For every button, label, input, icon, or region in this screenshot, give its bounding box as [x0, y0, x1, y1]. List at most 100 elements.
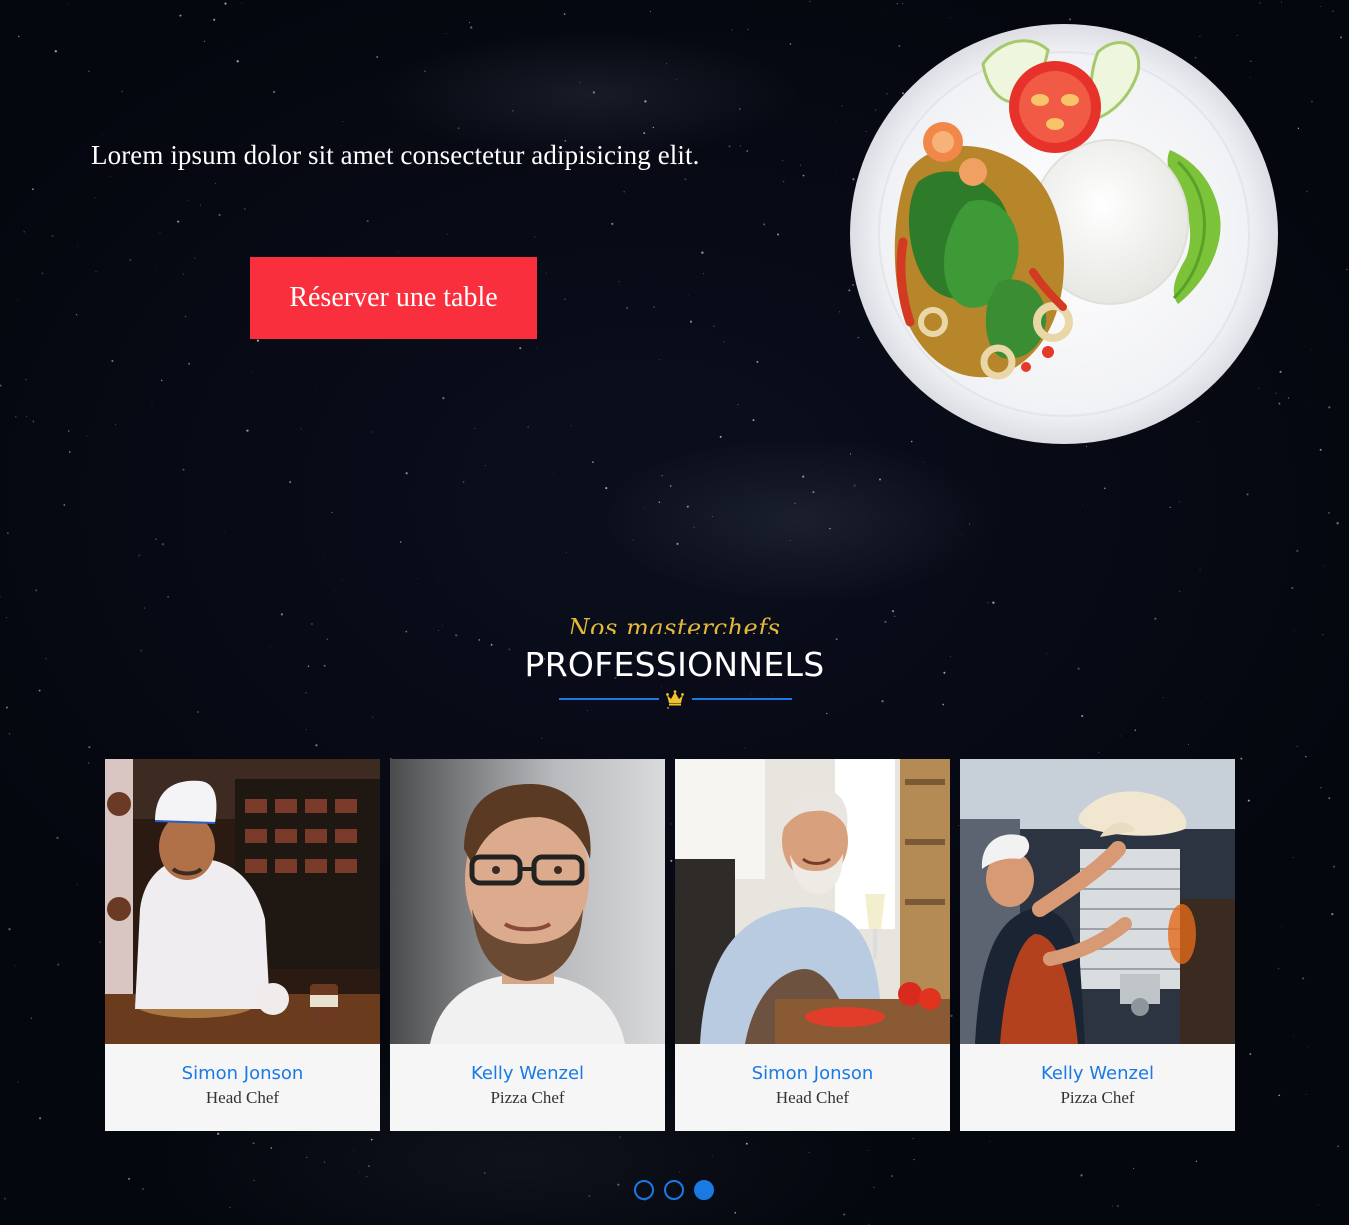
star-dot	[789, 540, 791, 541]
star-dot	[359, 1171, 361, 1172]
star-dot	[143, 607, 146, 609]
star-dot	[1247, 799, 1250, 802]
star-dot	[341, 580, 343, 582]
star-dot	[179, 14, 182, 17]
carousel-dot-1[interactable]	[634, 1180, 654, 1200]
star-dot	[703, 273, 704, 275]
star-dot	[570, 425, 572, 427]
star-dot	[1178, 590, 1181, 593]
star-dot	[17, 300, 19, 301]
chef-name[interactable]: Simon Jonson	[675, 1063, 950, 1085]
reserve-table-button[interactable]: Réserver une table	[250, 257, 537, 339]
chef-role: Head Chef	[205, 1088, 280, 1107]
star-dot	[161, 379, 163, 382]
star-dot	[679, 1171, 681, 1173]
star-dot	[177, 220, 180, 223]
star-dot	[76, 245, 78, 247]
star-dot	[69, 451, 71, 453]
star-dot	[1311, 402, 1312, 403]
star-dot	[182, 468, 185, 471]
star-dot	[25, 378, 27, 381]
star-dot	[17, 1081, 19, 1083]
star-dot	[405, 472, 408, 475]
star-dot	[653, 306, 655, 308]
star-dot	[442, 396, 445, 400]
star-dot	[643, 132, 646, 135]
star-dot	[882, 9, 884, 10]
star-dot	[273, 90, 276, 93]
star-dot	[1305, 1093, 1307, 1096]
star-dot	[484, 1172, 486, 1174]
star-dot	[31, 188, 34, 191]
star-dot	[111, 359, 114, 363]
chef-name[interactable]: Simon Jonson	[105, 1063, 380, 1085]
hero-text: Lorem ipsum dolor sit amet consectetur a…	[91, 140, 700, 170]
star-dot	[32, 420, 35, 423]
carousel-dot-2[interactable]	[664, 1180, 684, 1200]
star-dot	[1314, 217, 1316, 219]
star-dot	[802, 174, 805, 177]
star-dot	[512, 110, 514, 112]
star-dot	[719, 435, 722, 438]
star-dot	[752, 419, 755, 422]
chef-name[interactable]: Kelly Wenzel	[390, 1063, 665, 1085]
chef-cooking-photo	[105, 759, 380, 1044]
star-dot	[469, 21, 471, 23]
star-dot	[252, 1142, 255, 1145]
star-dot	[4, 1197, 6, 1200]
star-dot	[605, 487, 608, 490]
star-dot	[154, 269, 156, 271]
star-dot	[75, 313, 78, 316]
star-dot	[35, 589, 38, 592]
star-dot	[794, 502, 796, 504]
star-dot	[1086, 446, 1088, 448]
star-dot	[470, 26, 473, 29]
title-divider	[559, 690, 792, 708]
star-dot	[0, 596, 1, 598]
star-dot	[423, 70, 426, 73]
star-dot	[214, 182, 216, 185]
star-dot	[799, 164, 801, 166]
star-dot	[99, 941, 102, 944]
star-dot	[1080, 1174, 1083, 1177]
star-dot	[658, 359, 660, 361]
star-dot	[1317, 1204, 1319, 1206]
star-dot	[1069, 18, 1072, 21]
chef-name[interactable]: Kelly Wenzel	[960, 1063, 1235, 1085]
star-dot	[371, 431, 374, 433]
star-dot	[1337, 1145, 1339, 1148]
man-with-glasses-portrait-photo	[390, 759, 665, 1044]
carousel-dot-3[interactable]	[694, 1180, 714, 1200]
star-dot	[199, 204, 201, 206]
star-dot	[728, 145, 731, 148]
star-dot	[256, 339, 260, 342]
star-dot	[712, 515, 713, 517]
star-dot	[1199, 569, 1201, 571]
chef-card[interactable]: Simon Jonson Head Chef	[675, 759, 950, 1131]
star-dot	[223, 531, 225, 533]
star-dot	[322, 554, 324, 556]
chef-card[interactable]: Kelly Wenzel Pizza Chef	[960, 759, 1235, 1131]
star-dot	[370, 1138, 373, 1141]
star-dot	[843, 1213, 846, 1216]
star-dot	[306, 1156, 308, 1159]
star-dot	[14, 965, 16, 967]
star-dot	[167, 595, 169, 598]
star-dot	[352, 1150, 354, 1152]
star-dot	[68, 430, 70, 432]
star-dot	[1277, 967, 1280, 970]
chef-card[interactable]: Simon Jonson Head Chef	[105, 759, 380, 1131]
star-dot	[669, 485, 672, 487]
star-dot	[689, 320, 693, 323]
chef-card[interactable]: Kelly Wenzel Pizza Chef	[390, 759, 665, 1131]
star-dot	[1320, 5, 1322, 7]
star-dot	[1331, 912, 1334, 916]
star-dot	[1328, 797, 1331, 799]
star-dot	[1320, 787, 1322, 789]
star-dot	[1240, 757, 1243, 760]
star-dot	[1311, 349, 1313, 351]
star-dot	[1278, 1094, 1281, 1097]
star-dot	[592, 91, 596, 94]
star-dot	[57, 963, 60, 966]
food-plate-image	[848, 22, 1280, 446]
